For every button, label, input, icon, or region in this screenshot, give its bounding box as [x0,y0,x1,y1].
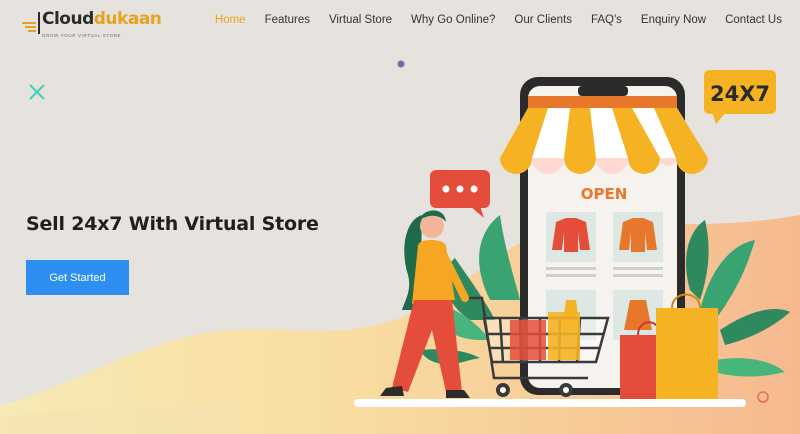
logo-mark-icon [22,12,40,34]
nav-virtual-store[interactable]: Virtual Store [329,14,392,26]
logo-wordmark: Clouddukaan [42,9,162,29]
nav-contact-us[interactable]: Contact Us [725,14,782,26]
brand-logo[interactable]: Clouddukaan GROW YOUR VIRTUAL STORE [22,6,162,40]
nav-home[interactable]: Home [215,14,246,26]
nav-enquiry-now[interactable]: Enquiry Now [641,14,706,26]
main-nav: Home Features Virtual Store Why Go Onlin… [196,14,782,26]
site-header: Clouddukaan GROW YOUR VIRTUAL STORE Home… [0,0,800,44]
get-started-button[interactable]: Get Started [26,260,129,295]
nav-our-clients[interactable]: Our Clients [514,14,572,26]
hero-title: Sell 24x7 With Virtual Store [26,213,319,235]
nav-why-go-online[interactable]: Why Go Online? [411,14,495,26]
logo-word-2: dukaan [93,9,162,29]
logo-word-1: Cloud [42,9,94,29]
logo-tagline: GROW YOUR VIRTUAL STORE [42,33,122,38]
nav-faqs[interactable]: FAQ's [591,14,622,26]
nav-features[interactable]: Features [265,14,310,26]
